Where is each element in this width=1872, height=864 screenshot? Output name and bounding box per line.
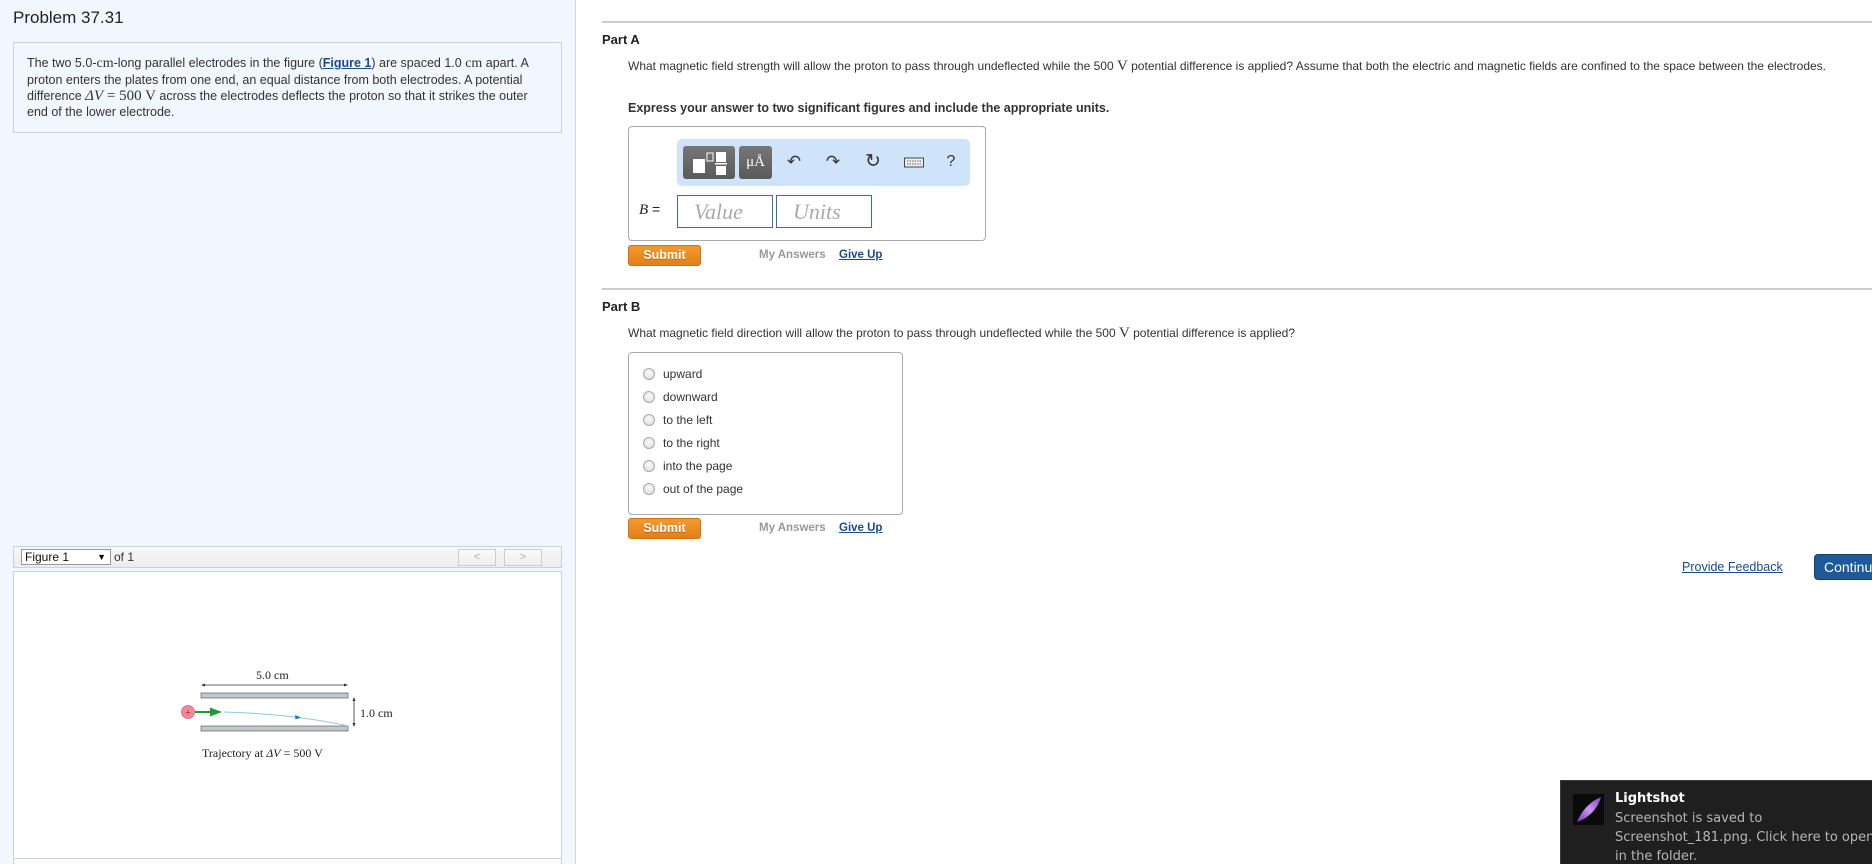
redo-icon[interactable]: ↷ [821, 147, 845, 177]
part-a-title: Part A [602, 32, 640, 47]
notification-line: in the folder. [1615, 849, 1698, 864]
length-label: 5.0 cm [256, 668, 289, 682]
figure-viewer: 5.0 cm 1.0 cm + Trajectory at ΔV = 500 V [13, 571, 562, 859]
part-b-my-answers: My Answers [759, 522, 826, 534]
upper-electrode [200, 692, 349, 699]
figure-footer [13, 859, 562, 864]
feather-glyph [1577, 797, 1601, 822]
intro-text: ) are spaced 1.0 [371, 56, 466, 70]
question-text: What magnetic field direction will allow… [628, 326, 1119, 340]
radio-button[interactable] [643, 368, 655, 380]
radio-button[interactable] [643, 391, 655, 403]
notification-message: Screenshot is saved to Screenshot_181.pn… [1615, 809, 1872, 864]
part-b-divider [602, 288, 1872, 290]
unit-cm: cm [465, 56, 483, 71]
next-figure-button[interactable]: > [504, 549, 542, 566]
trajectory-arrow [295, 715, 301, 720]
dropdown-arrow-icon: ▼ [97, 552, 106, 562]
option-label: into the page [663, 459, 733, 473]
trajectory-path [223, 711, 349, 727]
problem-panel: Problem 37.31 The two 5.0-cm-long parall… [0, 0, 576, 864]
lightshot-feather-icon [1573, 794, 1604, 825]
keyboard-icon [904, 157, 924, 168]
units-button[interactable]: μÅ [739, 146, 772, 179]
question-text: potential difference is applied? Assume … [1127, 59, 1827, 73]
notification-line: Screenshot is saved to [1615, 811, 1763, 826]
notification-line: Screenshot_181.png. Click here to open [1615, 830, 1872, 845]
answer-box: μÅ ↶ ↷ ↻ ? B = Value Units [628, 126, 986, 241]
radio-button[interactable] [643, 483, 655, 495]
intro-equation: = 500 [103, 88, 146, 104]
undo-icon[interactable]: ↶ [782, 147, 806, 177]
option-label: downward [663, 390, 718, 404]
figure-link[interactable]: Figure 1 [323, 56, 372, 70]
question-text: What magnetic field strength will allow … [628, 59, 1117, 73]
velocity-arrowhead [210, 707, 222, 717]
caption-prefix: Trajectory at [202, 746, 266, 760]
continue-button[interactable]: Continue [1814, 554, 1872, 580]
part-b-title: Part B [602, 299, 641, 314]
templates-button[interactable] [683, 146, 735, 179]
main-content: Part A What magnetic field strength will… [578, 0, 1872, 864]
keyboard-button[interactable] [902, 147, 926, 177]
problem-intro: The two 5.0-cm-long parallel electrodes … [13, 42, 562, 133]
unit-volt: V [1118, 325, 1130, 341]
figure-navigation: Figure 1 ▼ of 1 < > [13, 546, 562, 568]
notification-title: Lightshot [1615, 791, 1685, 806]
reset-icon[interactable]: ↻ [861, 147, 885, 177]
caption-suffix: = 500 V [281, 746, 324, 760]
units-input[interactable]: Units [776, 195, 872, 228]
part-a-divider [602, 21, 1872, 23]
problem-title: Problem 37.31 [13, 8, 124, 27]
figure-select-value: Figure 1 [25, 550, 70, 564]
previous-figure-button[interactable]: < [458, 549, 496, 566]
radio-button[interactable] [643, 460, 655, 472]
figure-caption: Trajectory at ΔV = 500 V [202, 746, 323, 760]
part-b-submit-button[interactable]: Submit [628, 518, 701, 539]
intro-text: The two 5.0- [27, 56, 97, 70]
math-toolbar: μÅ ↶ ↷ ↻ ? [677, 139, 970, 186]
radio-button[interactable] [643, 414, 655, 426]
figure-count: of 1 [114, 550, 135, 564]
option-label: to the right [663, 436, 720, 450]
option-label: upward [663, 367, 703, 381]
equals-sign: = [648, 201, 661, 217]
part-a-submit-button[interactable]: Submit [628, 245, 701, 266]
length-dimension [201, 683, 348, 687]
part-a-instructions: Express your answer to two significant f… [628, 101, 1110, 115]
option-label: out of the page [663, 482, 744, 496]
proton-charge: + [185, 708, 190, 718]
electrodes-figure: 5.0 cm 1.0 cm + Trajectory at ΔV = 500 V [181, 668, 393, 760]
question-text: potential difference is applied? [1129, 326, 1296, 340]
templates-icon [693, 152, 727, 175]
variable-symbol: B [639, 202, 649, 218]
help-icon[interactable]: ? [939, 147, 963, 177]
direction-options: upward downward to the left to the right… [628, 352, 903, 515]
part-b-give-up-link[interactable]: Give Up [839, 522, 882, 534]
value-input[interactable]: Value [677, 195, 773, 228]
lower-electrode [200, 725, 349, 732]
part-b-question: What magnetic field direction will allow… [628, 326, 1295, 341]
spacing-dimension [352, 697, 356, 727]
radio-button[interactable] [643, 437, 655, 449]
part-a-my-answers: My Answers [759, 249, 826, 261]
unit-volt: V [1116, 58, 1128, 74]
lightshot-notification[interactable]: Lightshot Screenshot is saved to Screens… [1560, 780, 1872, 864]
part-a-question: What magnetic field strength will allow … [628, 59, 1872, 74]
intro-text: -long parallel electrodes in the figure … [113, 56, 323, 70]
figure-select[interactable]: Figure 1 ▼ [21, 549, 111, 565]
provide-feedback-link[interactable]: Provide Feedback [1682, 560, 1783, 574]
spacing-label: 1.0 cm [360, 706, 393, 720]
unit-volt: V [145, 88, 156, 104]
delta-v-symbol: ΔV [85, 88, 104, 104]
option-label: to the left [663, 413, 713, 427]
unit-cm: cm [96, 56, 114, 71]
variable-label: B = [639, 201, 660, 219]
part-a-give-up-link[interactable]: Give Up [839, 249, 882, 261]
